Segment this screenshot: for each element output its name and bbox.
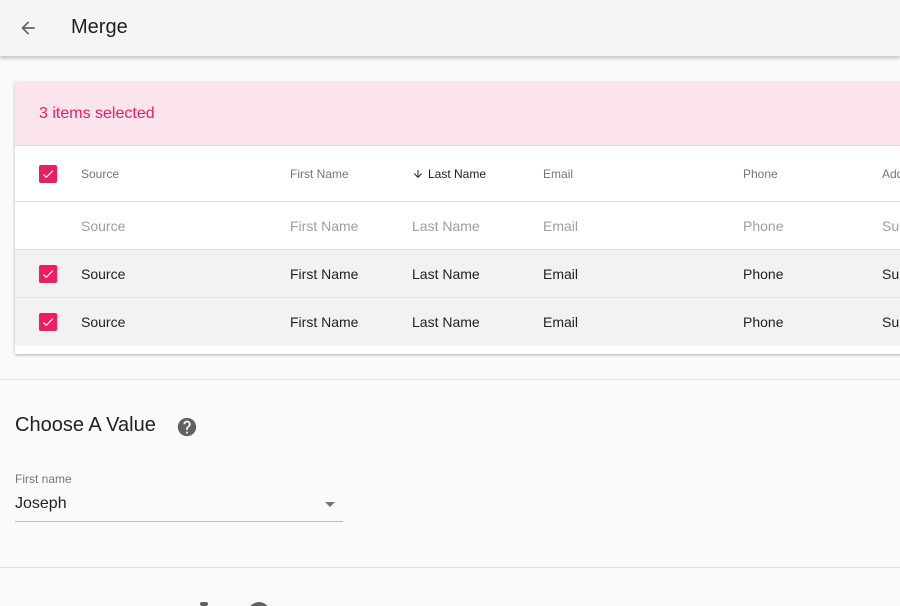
cell-first-name: First Name <box>290 265 359 282</box>
column-header-first-name[interactable]: First Name <box>290 146 349 201</box>
field-label: First name <box>15 472 72 486</box>
cell-source: Source <box>81 314 126 330</box>
cell-phone: Phone <box>743 314 784 330</box>
filter-address-input[interactable]: Sup <box>882 202 900 249</box>
cell-phone: Phone <box>743 265 784 282</box>
merge-table-card: 3 items selected Source First Name Last … <box>15 82 900 354</box>
cell-source: Source <box>81 265 126 282</box>
cutoff-section-title <box>200 602 208 606</box>
cell-email: Email <box>543 314 579 330</box>
row-checkbox[interactable] <box>39 264 57 283</box>
app-bar: Merge <box>0 0 900 56</box>
arrow-downward-icon <box>412 168 424 180</box>
arrow-back-icon <box>21 21 35 35</box>
check-icon <box>42 169 54 178</box>
select-all-checkbox[interactable] <box>39 164 57 183</box>
filter-first-name-input[interactable]: First Name <box>290 202 358 249</box>
section-divider <box>0 379 900 380</box>
column-header-phone[interactable]: Phone <box>743 146 778 201</box>
field-underline <box>15 521 343 522</box>
selection-count: 3 items selected <box>39 104 155 122</box>
filter-email-input[interactable]: Email <box>543 202 578 249</box>
section-divider <box>0 567 900 568</box>
cell-address: Sup <box>882 265 900 282</box>
page-title: Merge <box>71 16 128 38</box>
help-icon[interactable] <box>248 602 270 606</box>
check-icon <box>42 318 54 327</box>
table-row[interactable]: Source First Name Last Name Email Phone … <box>15 250 900 298</box>
cell-last-name: Last Name <box>412 314 480 330</box>
dropdown-arrow-icon <box>325 502 335 507</box>
table-header-row: Source First Name Last Name Email Phone … <box>15 146 900 202</box>
selection-bar: 3 items selected <box>15 82 900 146</box>
column-header-email[interactable]: Email <box>543 146 573 201</box>
help-icon[interactable] <box>176 416 198 438</box>
column-header-address[interactable]: Add <box>882 146 900 201</box>
filter-source-input[interactable]: Source <box>81 202 125 249</box>
back-button[interactable] <box>14 14 42 42</box>
column-header-label: Last Name <box>428 166 487 181</box>
first-name-select[interactable]: First name Joseph <box>15 472 343 522</box>
check-icon <box>42 269 54 278</box>
row-checkbox[interactable] <box>39 313 57 331</box>
column-header-source[interactable]: Source <box>81 146 119 201</box>
field-value: Joseph <box>15 495 67 512</box>
table-row[interactable]: Source First Name Last Name Email Phone … <box>15 298 900 346</box>
cell-email: Email <box>543 265 579 282</box>
filter-last-name-input[interactable]: Last Name <box>412 202 480 249</box>
cell-last-name: Last Name <box>412 265 480 282</box>
filter-phone-input[interactable]: Phone <box>743 202 783 249</box>
cell-address: Sup <box>882 314 900 330</box>
column-header-last-name[interactable]: Last Name <box>412 146 486 201</box>
filter-row: Source First Name Last Name Email Phone … <box>15 202 900 250</box>
cell-first-name: First Name <box>290 314 359 330</box>
choose-value-title: Choose A Value <box>15 414 156 436</box>
